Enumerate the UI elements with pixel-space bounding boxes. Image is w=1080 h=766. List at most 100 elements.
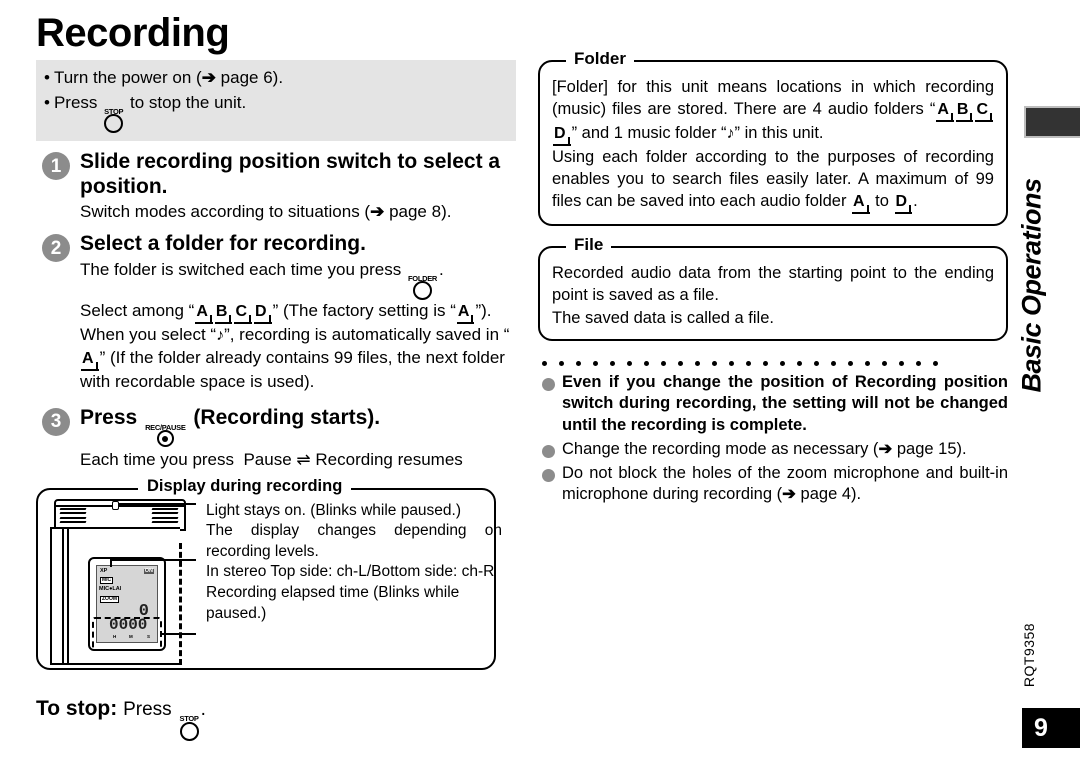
manual-page: Recording • Turn the power on (➔ page 6).… xyxy=(0,0,1080,766)
page-number-badge: 9 xyxy=(1022,708,1080,748)
step-3-body-a: Each time you press xyxy=(80,450,235,470)
prep-line-2: • Press STOP to stop the unit. xyxy=(44,91,508,134)
display-panel-legend: Display during recording xyxy=(138,476,352,496)
prep-line-1-text-a: Turn the power on ( xyxy=(53,68,202,87)
step-2-line-3b: ”, recording is automatically saved in “ xyxy=(224,325,510,345)
swap-arrows-icon: ⇌ xyxy=(296,450,311,470)
step-2-line-1-end: . xyxy=(439,259,444,279)
lcd-mode-indicator: XP xyxy=(100,567,108,574)
folder-box-p2-end: . xyxy=(913,192,918,211)
note-text-3: Do not block the holes of the zoom micro… xyxy=(562,463,1008,507)
folder-box-p1c: ” in this unit. xyxy=(734,124,824,143)
callout-line-3 xyxy=(160,632,196,635)
arrow-icon: ➔ xyxy=(201,68,216,87)
left-column: Recording • Turn the power on (➔ page 6).… xyxy=(36,12,522,670)
file-info-box: File Recorded audio data from the starti… xyxy=(538,235,1008,341)
step-3-body-b: Recording resumes xyxy=(315,450,463,470)
bullet-icon: • xyxy=(44,92,50,112)
callout-text-1: Light stays on. (Blinks while paused.) xyxy=(206,501,462,519)
folder-glyph-c: C xyxy=(975,102,993,123)
callout-line-1 xyxy=(118,502,196,505)
step-2-number: 2 xyxy=(42,234,70,263)
note-2-text-b: page 15). xyxy=(892,439,967,458)
step-2-body: The folder is switched each time you pre… xyxy=(80,259,522,394)
to-stop-label: To stop: xyxy=(36,697,118,720)
step-1: 1 Slide recording position switch to sel… xyxy=(36,150,522,223)
page-title: Recording xyxy=(36,11,230,55)
section-tab-label: Basic Operations xyxy=(1012,140,1052,430)
note-text-1: Even if you change the position of Recor… xyxy=(562,372,1008,435)
folder-glyph-auto: A xyxy=(81,350,99,371)
step-1-body-b: page 8). xyxy=(384,201,452,221)
lcd-zoom-indicator: ZOOM xyxy=(100,595,119,603)
folder-box-p2: Using each folder according to the purpo… xyxy=(552,148,994,211)
folder-ring-shape xyxy=(413,281,433,301)
folder-glyph-a: A xyxy=(195,304,213,325)
callout-line-2 xyxy=(110,558,196,561)
recorder-illustration: XP MIC MIC●LAI ZOOM ON 0 0000 H M S xyxy=(48,498,200,665)
dotted-separator xyxy=(538,360,1008,366)
stop-button-icon: STOP xyxy=(180,715,199,741)
display-panel-inner: XP MIC MIC●LAI ZOOM ON 0 0000 H M S Ligh… xyxy=(46,497,502,665)
folder-glyph-d: D xyxy=(553,126,571,147)
device-right-dashed-edge xyxy=(179,542,182,665)
to-stop-press: Press xyxy=(123,699,172,720)
section-tab-marker xyxy=(1024,106,1080,138)
speaker-grille-right-icon xyxy=(151,507,179,526)
bullet-icon: • xyxy=(44,68,50,87)
note-3-text-b: page 4). xyxy=(795,485,862,504)
folder-glyph-b: B xyxy=(955,102,974,123)
step-3-title-a: Press xyxy=(80,405,138,429)
prep-line-1-text-b: page 6). xyxy=(215,68,284,87)
folder-box-legend: Folder xyxy=(566,49,634,69)
folder-glyph-b: B xyxy=(214,304,233,325)
folder-box-p2-mid: to xyxy=(870,192,894,211)
step-1-body-a: Switch modes according to situations ( xyxy=(80,201,371,221)
rec-pause-ring-shape xyxy=(156,430,174,448)
to-stop-period: . xyxy=(200,699,206,720)
note-item-2: Change the recording mode as necessary (… xyxy=(538,439,1008,461)
note-2-text-a: Change the recording mode as necessary ( xyxy=(562,439,879,458)
folder-info-box: Folder [Folder] for this unit means loca… xyxy=(538,49,1008,227)
step-2-title: Select a folder for recording. xyxy=(80,232,366,256)
folder-box-paragraph-2: Using each folder according to the purpo… xyxy=(552,146,994,215)
step-2-line-3c: ” (If the folder already contains 99 fil… xyxy=(80,347,505,391)
step-3-title-b: (Recording starts). xyxy=(193,405,381,429)
lcd-on-indicator: ON xyxy=(143,567,154,575)
folder-glyph-from: A xyxy=(852,194,870,215)
step-3-pause-label: Pause xyxy=(243,450,292,470)
callout-text-2: The display changes depending on recordi… xyxy=(206,522,502,560)
to-stop-line: To stop: Press STOP . xyxy=(36,698,206,741)
music-note-icon: ♪ xyxy=(726,125,735,143)
section-tab-text: Basic Operations xyxy=(1016,177,1047,393)
step-2-line-2b: ” (The factory setting is “ xyxy=(272,301,456,321)
prep-line-2-text-b: to stop the unit. xyxy=(129,92,247,112)
music-note-icon: ♪ xyxy=(216,327,225,345)
lcd-small-indicator: MIC xyxy=(100,576,114,584)
arrow-icon: ➔ xyxy=(878,439,893,458)
folder-box-paragraph-1: [Folder] for this unit means locations i… xyxy=(552,76,994,147)
folder-glyph-d: D xyxy=(254,304,272,325)
folder-button-icon: FOLDER xyxy=(408,275,437,301)
arrow-icon: ➔ xyxy=(782,485,796,504)
right-column: Folder [Folder] for this unit means loca… xyxy=(538,49,1008,508)
lcd-elapsed-time-highlight xyxy=(92,616,162,651)
callout-text-4: Recording elapsed time (Blinks while pau… xyxy=(206,584,460,622)
folder-glyph-to: D xyxy=(894,194,913,215)
folder-glyph-factory: A xyxy=(456,304,475,325)
lcd-mic-row: MIC●LAI xyxy=(99,585,122,592)
stop-ring-shape xyxy=(179,721,199,741)
folder-box-p1b: ” and 1 music folder “ xyxy=(571,124,727,143)
step-1-number: 1 xyxy=(42,152,70,181)
step-2-line-3a: When you select “ xyxy=(80,325,217,345)
prep-line-1: • Turn the power on (➔ page 6). xyxy=(44,66,508,91)
file-box-paragraph-2: The saved data is called a file. xyxy=(552,308,774,327)
display-panel-callouts: Light stays on. (Blinks while paused.) T… xyxy=(206,501,502,625)
preparation-band: • Turn the power on (➔ page 6). • Press ST… xyxy=(36,60,516,142)
folder-glyph-a: A xyxy=(936,102,954,123)
document-code: RQT9358 xyxy=(1016,612,1042,698)
step-2-line-2a: Select among “ xyxy=(80,301,195,321)
arrow-icon: ➔ xyxy=(370,201,385,221)
step-3: 3 Press REC/PAUSE (Recording starts). Ea… xyxy=(36,406,522,472)
folder-glyph-c: C xyxy=(234,304,253,325)
